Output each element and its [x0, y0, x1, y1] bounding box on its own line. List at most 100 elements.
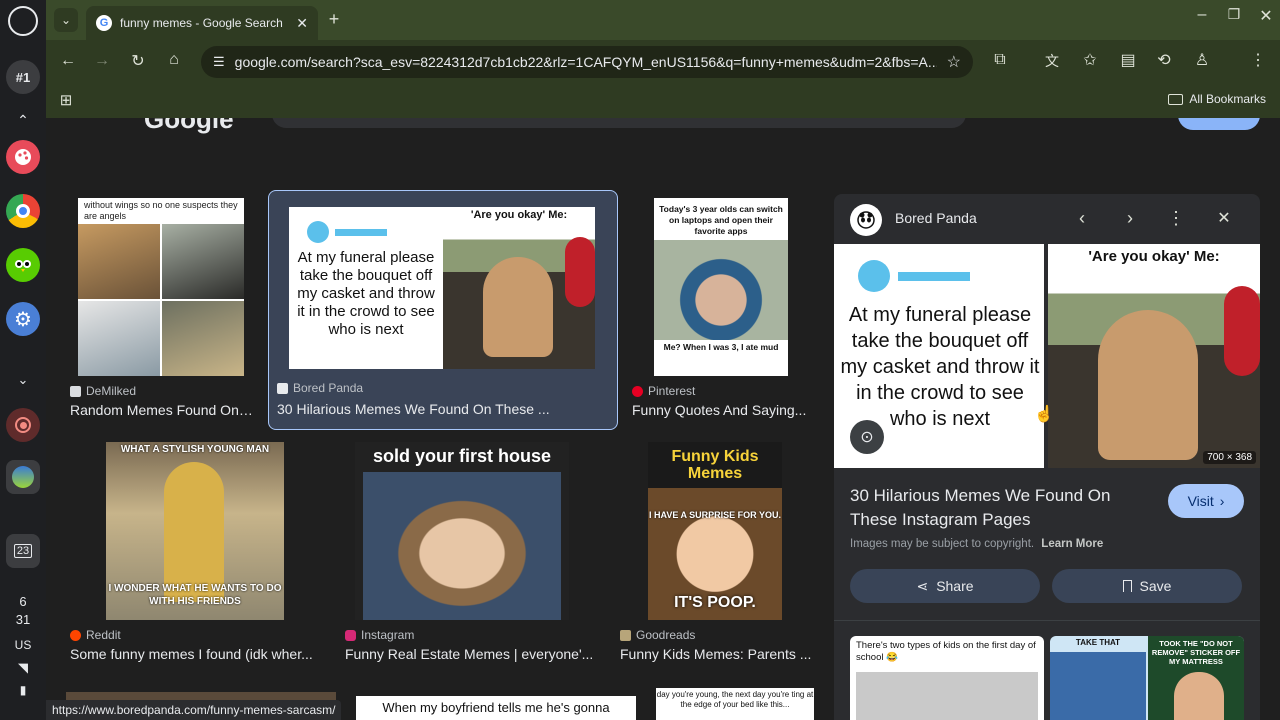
maximize-icon[interactable]: ❐ [1222, 6, 1246, 23]
thumbnail-top-text: WHAT A STYLISH YOUNG MAN [120, 444, 270, 455]
image-result-partial[interactable]: day you're young, the next day you're ti… [656, 688, 814, 720]
thumbnail-mid-text: I HAVE A SURPRISE FOR YOU. [648, 510, 782, 520]
tab-search-icon[interactable]: ⌄ [54, 8, 78, 32]
lens-search-icon[interactable]: ⊙ [850, 420, 884, 454]
result-thumbnail[interactable]: At my funeral please take the bouquet of… [289, 207, 595, 369]
desk-label: #1 [15, 69, 31, 85]
image-result[interactable]: WHAT A STYLISH YOUNG MAN I WONDER WHAT H… [66, 442, 326, 672]
more-options-icon[interactable]: ⋮ [1164, 208, 1188, 229]
os-shelf: #1 ⌃ ⚙ ⌄ 23 6 31 US ◥ ▮ [0, 0, 46, 720]
all-bookmarks-label: All Bookmarks [1189, 92, 1266, 106]
site-info-icon[interactable]: ☰ [213, 54, 225, 70]
desk-button[interactable]: #1 [6, 60, 40, 94]
next-icon[interactable]: › [1118, 208, 1142, 229]
menu-icon[interactable]: ⋮ [1246, 50, 1270, 70]
result-thumbnail[interactable]: sold your first house [355, 442, 569, 620]
battery-icon[interactable]: ▮ [0, 683, 46, 697]
paint-app-icon[interactable] [6, 140, 40, 174]
source-favicon-icon [277, 382, 288, 394]
learn-more-link[interactable]: Learn More [1041, 538, 1103, 550]
apps-grid-icon[interactable]: ⊞ [54, 91, 78, 109]
result-title[interactable]: Funny Real Estate Memes | everyone'... [345, 646, 595, 662]
result-source: Instagram [345, 628, 414, 642]
save-button[interactable]: Save [1052, 569, 1242, 603]
new-tab-icon[interactable]: + [322, 9, 346, 30]
holding-space-icon[interactable] [6, 460, 40, 494]
close-tab-icon[interactable]: ✕ [296, 15, 308, 32]
shelf-collapse-icon[interactable]: ⌃ [0, 112, 46, 129]
result-title[interactable]: Funny Kids Memes: Parents ... [620, 646, 816, 662]
thumbnail-right-text: 'Are you okay' Me: [470, 209, 568, 221]
home-icon[interactable]: ⌂ [162, 51, 186, 69]
visit-button[interactable]: Visit › [1168, 484, 1244, 518]
related-image-text: There's two types of kids on the first d… [856, 640, 1036, 663]
google-logo[interactable]: Google [144, 118, 234, 135]
image-result[interactable]: without wings so no one suspects they ar… [66, 190, 256, 430]
result-thumbnail[interactable]: WHAT A STYLISH YOUNG MAN I WONDER WHAT H… [106, 442, 284, 620]
image-dimensions: 700 × 368 [1203, 451, 1256, 464]
panel-main-image[interactable]: At my funeral please take the bouquet of… [834, 244, 1260, 468]
result-title[interactable]: Some funny memes I found (idk wher... [70, 646, 320, 662]
history-icon[interactable]: ⟲ [1152, 50, 1176, 70]
bookmark-star-icon[interactable]: ☆ [947, 52, 961, 72]
related-image[interactable]: There's two types of kids on the first d… [850, 636, 1044, 720]
all-bookmarks-button[interactable]: All Bookmarks [1168, 92, 1266, 106]
image-preview-panel: Bored Panda ‹ › ⋮ ✕ At my funeral please… [834, 194, 1260, 720]
result-title[interactable]: 30 Hilarious Memes We Found On These ... [277, 401, 607, 417]
wifi-icon[interactable]: ◥ [0, 660, 46, 676]
forward-icon[interactable]: → [90, 52, 114, 70]
image-result[interactable]: sold your first house Instagram Funny Re… [341, 442, 601, 672]
favorites-icon[interactable]: ✩ [1078, 50, 1102, 70]
minimize-icon[interactable]: – [1190, 6, 1214, 24]
result-thumbnail[interactable]: without wings so no one suspects they ar… [78, 198, 244, 376]
thumbnail-top-text: Today's 3 year olds can switch on laptop… [659, 204, 783, 236]
chevron-right-icon: › [1219, 493, 1225, 509]
address-bar[interactable]: ☰ google.com/search?sca_esv=8224312d7cb1… [201, 46, 973, 78]
sign-in-button[interactable] [1178, 118, 1260, 130]
close-window-icon[interactable]: ✕ [1254, 6, 1278, 26]
thumbnail-bottom-text: Me? When I was 3, I ate mud [663, 342, 779, 352]
result-title[interactable]: Funny Quotes And Saying... [632, 402, 818, 418]
settings-app-icon[interactable]: ⚙ [6, 302, 40, 336]
panel-source[interactable]: Bored Panda [895, 210, 977, 226]
result-thumbnail[interactable]: Funny Kids Memes I HAVE A SURPRISE FOR Y… [648, 442, 782, 620]
chrome-app-icon[interactable] [6, 194, 40, 228]
record-app-icon[interactable] [6, 408, 40, 442]
result-source-label: Reddit [86, 628, 121, 642]
extensions-icon[interactable]: ⧉ [988, 51, 1012, 69]
close-panel-icon[interactable]: ✕ [1212, 208, 1236, 228]
clear-data-icon[interactable]: ♙ [1190, 50, 1214, 70]
translate-icon[interactable]: 文 [1040, 51, 1064, 71]
bookmark-icon [1122, 580, 1132, 592]
hand-cursor-icon: ☝ [1034, 406, 1054, 423]
back-icon[interactable]: ← [56, 52, 80, 70]
save-label: Save [1139, 578, 1172, 594]
image-result-partial[interactable]: When my boyfriend tells me he's gonna [356, 696, 636, 720]
image-result[interactable]: Funny Kids Memes I HAVE A SURPRISE FOR Y… [616, 442, 826, 672]
share-button[interactable]: ⋖ Share [850, 569, 1040, 603]
calendar-icon[interactable]: 23 [6, 534, 40, 568]
google-favicon-icon: G [96, 15, 112, 31]
active-tab[interactable]: G funny memes - Google Search ✕ [86, 6, 318, 40]
search-box[interactable] [272, 118, 966, 128]
thumbnail-left-text: At my funeral please take the bouquet of… [297, 249, 435, 338]
reading-list-icon[interactable]: ▤ [1116, 50, 1140, 70]
url-text: google.com/search?sca_esv=8224312d7cb1cb… [234, 54, 937, 70]
panel-source-favicon-icon [850, 204, 882, 236]
panel-title[interactable]: 30 Hilarious Memes We Found On These Ins… [850, 484, 1150, 532]
result-source: Pinterest [632, 384, 695, 398]
launcher-button[interactable] [8, 6, 38, 36]
result-source-label: Goodreads [636, 628, 696, 642]
folder-icon [1168, 93, 1184, 105]
input-language[interactable]: US [0, 638, 46, 652]
shelf-expand-icon[interactable]: ⌄ [0, 372, 46, 388]
previous-icon[interactable]: ‹ [1070, 208, 1094, 229]
image-result-selected[interactable]: At my funeral please take the bouquet of… [268, 190, 618, 430]
image-result[interactable]: Today's 3 year olds can switch on laptop… [630, 190, 820, 430]
result-title[interactable]: Random Memes Found On ... [70, 402, 254, 418]
reload-icon[interactable]: ↻ [126, 51, 150, 71]
share-icon: ⋖ [916, 577, 929, 594]
duolingo-app-icon[interactable] [6, 248, 40, 282]
related-image[interactable]: TAKE THAT TOOK THE "DO NOT REMOVE" STICK… [1050, 636, 1244, 720]
result-thumbnail[interactable]: Today's 3 year olds can switch on laptop… [654, 198, 788, 376]
